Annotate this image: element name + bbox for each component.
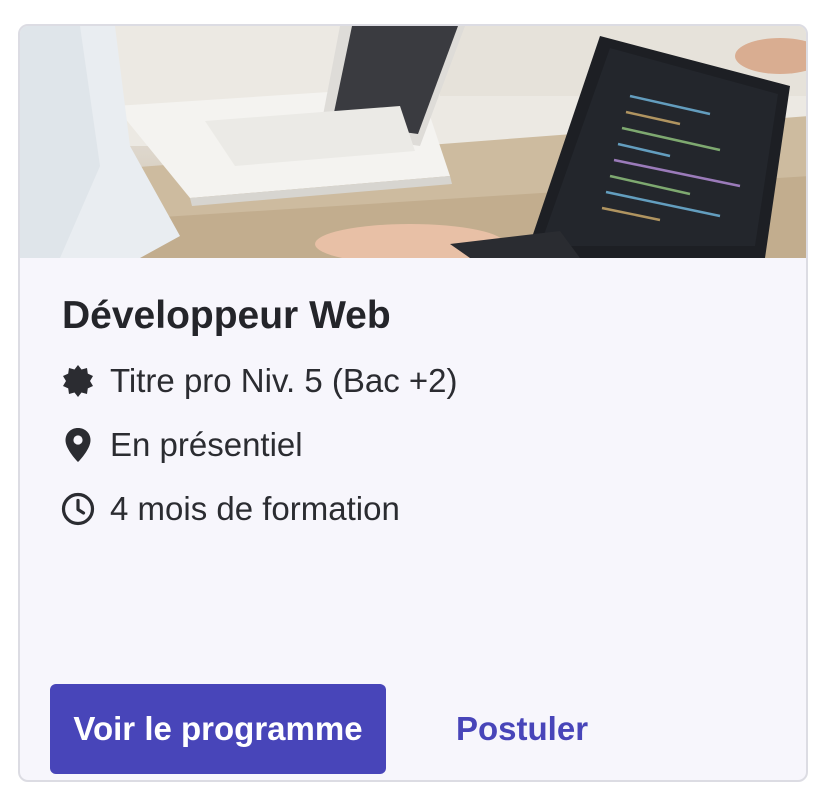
course-detail-certification: Titre pro Niv. 5 (Bac +2) (60, 362, 458, 400)
course-card: Développeur Web Titre pro Niv. 5 (Bac +2… (18, 24, 808, 782)
laptops-photo (20, 26, 806, 258)
clock-icon (60, 491, 96, 527)
badge-icon (60, 363, 96, 399)
course-detail-location: En présentiel (60, 426, 303, 464)
location-text: En présentiel (110, 426, 303, 463)
view-program-button[interactable]: Voir le programme (50, 684, 386, 774)
location-pin-icon (60, 427, 96, 463)
course-detail-duration: 4 mois de formation (60, 490, 400, 528)
certification-text: Titre pro Niv. 5 (Bac +2) (110, 362, 458, 399)
course-title: Développeur Web (62, 294, 391, 337)
apply-link[interactable]: Postuler (456, 684, 588, 774)
course-body: Développeur Web Titre pro Niv. 5 (Bac +2… (20, 258, 806, 780)
duration-text: 4 mois de formation (110, 490, 400, 527)
course-image (20, 26, 806, 258)
